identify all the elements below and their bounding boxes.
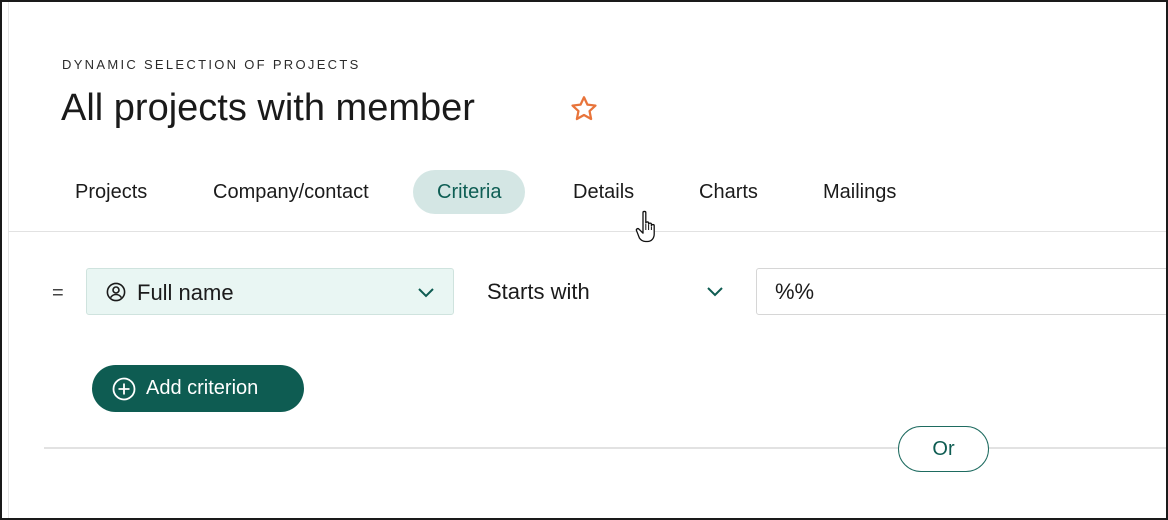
chevron-down-icon bbox=[418, 288, 434, 298]
condition-select[interactable]: Starts with bbox=[472, 268, 742, 315]
hand-cursor-icon bbox=[635, 210, 655, 243]
field-select-label: Full name bbox=[137, 280, 234, 305]
tab-company-contact[interactable]: Company/contact bbox=[189, 170, 393, 214]
or-button[interactable]: Or bbox=[898, 426, 989, 472]
person-circle-icon bbox=[106, 282, 126, 302]
or-divider bbox=[44, 447, 1166, 449]
star-icon[interactable] bbox=[569, 94, 599, 124]
tabs-divider bbox=[8, 231, 1166, 232]
tab-projects[interactable]: Projects bbox=[51, 170, 171, 214]
condition-select-label: Starts with bbox=[487, 279, 590, 304]
plus-circle-icon bbox=[112, 377, 136, 401]
page-title: All projects with member bbox=[61, 87, 475, 129]
panel-edge bbox=[8, 2, 9, 518]
criterion-value-input[interactable] bbox=[756, 268, 1166, 315]
page-subtitle: DYNAMIC SELECTION OF PROJECTS bbox=[62, 57, 361, 72]
add-criterion-label: Add criterion bbox=[146, 377, 259, 399]
tab-mailings[interactable]: Mailings bbox=[799, 170, 920, 214]
tab-bar: Projects Company/contact Criteria Detail… bbox=[2, 170, 1166, 216]
app-window: DYNAMIC SELECTION OF PROJECTS All projec… bbox=[0, 0, 1168, 520]
tab-criteria[interactable]: Criteria bbox=[413, 170, 526, 214]
tab-details[interactable]: Details bbox=[549, 170, 658, 214]
field-select[interactable]: Full name bbox=[86, 268, 454, 315]
chevron-down-icon bbox=[707, 287, 723, 297]
tab-charts[interactable]: Charts bbox=[675, 170, 782, 214]
criterion-operator: = bbox=[52, 282, 64, 304]
add-criterion-button[interactable]: Add criterion bbox=[92, 365, 304, 412]
